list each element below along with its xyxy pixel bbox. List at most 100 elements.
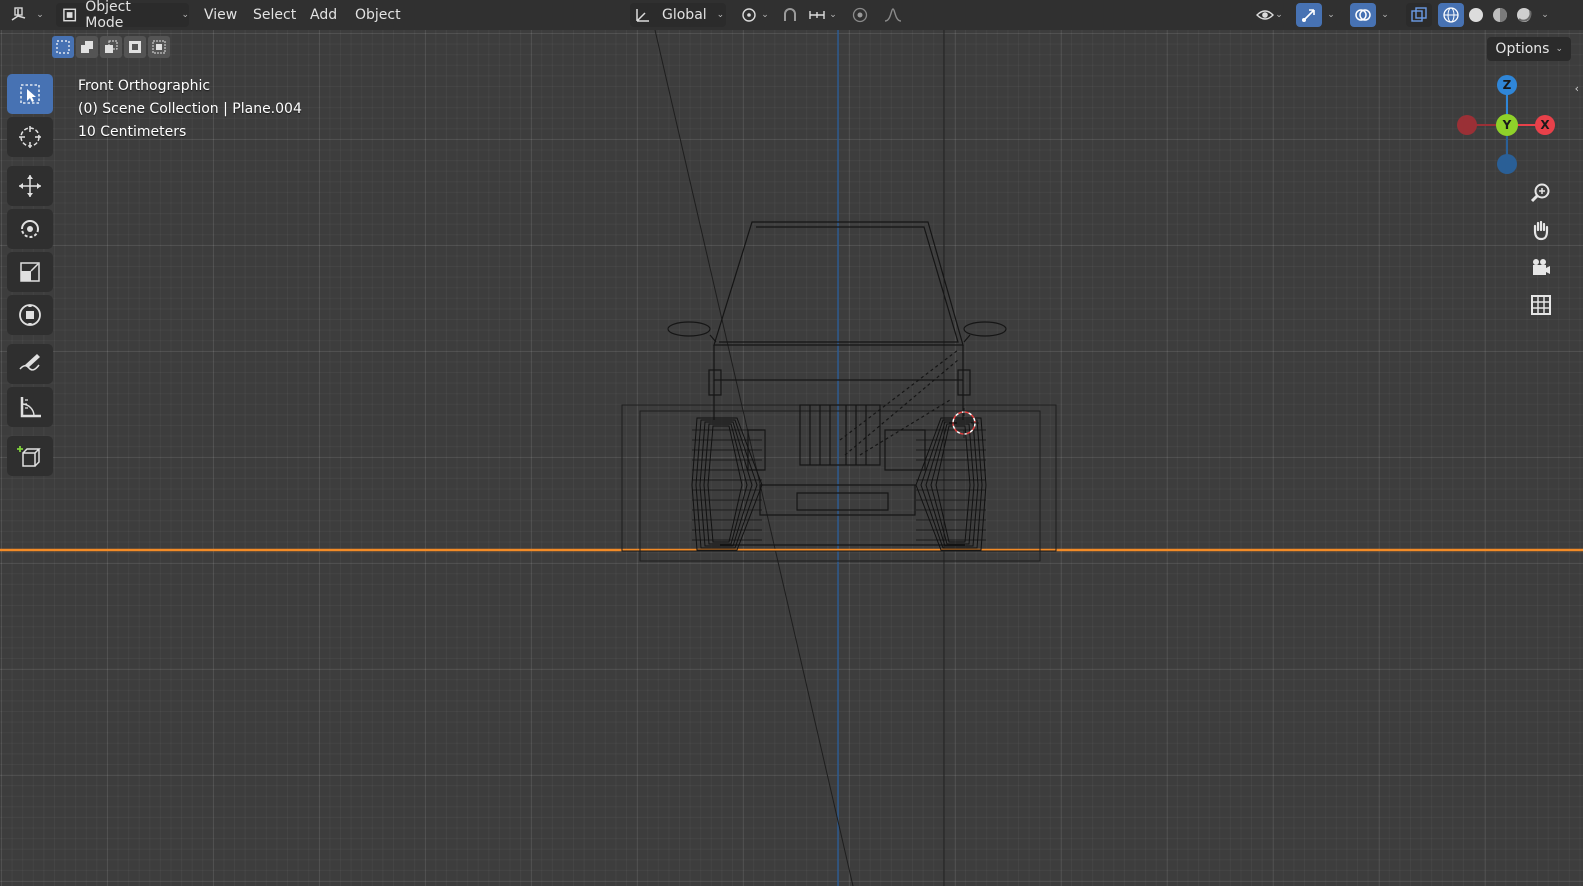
select-intersect-button[interactable] bbox=[148, 36, 170, 58]
tool-add-cube[interactable] bbox=[7, 436, 53, 476]
tool-transform[interactable] bbox=[7, 295, 53, 335]
tool-cursor[interactable] bbox=[7, 117, 53, 157]
menu-object[interactable]: Object bbox=[347, 3, 409, 27]
menu-view[interactable]: View bbox=[196, 3, 245, 27]
grid-icon bbox=[1531, 295, 1551, 315]
grid-scale: 10 Centimeters bbox=[78, 124, 187, 140]
snap-target-dropdown[interactable]: ⌄ bbox=[802, 3, 842, 27]
mode-dropdown[interactable]: Object Mode ⌄ bbox=[56, 0, 189, 31]
menu-select[interactable]: Select bbox=[245, 3, 304, 27]
shading-dropdown[interactable]: ⌄ bbox=[1536, 3, 1554, 27]
car-wireframe bbox=[667, 221, 1007, 546]
tool-move[interactable] bbox=[7, 166, 53, 206]
chevron-down-icon: ⌄ bbox=[1555, 44, 1563, 54]
sidebar-toggle-arrow[interactable]: ‹ bbox=[1575, 82, 1579, 95]
select-invert-button[interactable] bbox=[124, 36, 146, 58]
pivot-point-dropdown[interactable]: ⌄ bbox=[735, 3, 773, 27]
move-icon bbox=[19, 175, 41, 197]
select-extend-icon bbox=[81, 41, 93, 53]
mode-label: Object Mode bbox=[85, 0, 131, 31]
zoom-magnifier-icon bbox=[1530, 183, 1550, 203]
magnet-icon bbox=[784, 8, 796, 21]
viewport-info: Front Orthographic (0) Scene Collection … bbox=[78, 75, 302, 144]
gizmo-toggle[interactable] bbox=[1296, 3, 1322, 27]
camera-view-button[interactable] bbox=[1525, 252, 1557, 284]
chevron-down-icon: ⌄ bbox=[829, 10, 837, 20]
xray-toggle[interactable] bbox=[1406, 3, 1432, 27]
tool-select-box[interactable] bbox=[7, 74, 53, 114]
measure-ruler-icon bbox=[20, 397, 41, 418]
solid-sphere-icon bbox=[1469, 8, 1483, 22]
select-subtract-button[interactable] bbox=[100, 36, 122, 58]
camera-icon bbox=[1533, 259, 1550, 275]
shading-rendered-button[interactable] bbox=[1512, 3, 1536, 27]
menu-add[interactable]: Add bbox=[302, 3, 345, 27]
object-mode-icon bbox=[63, 8, 77, 22]
tool-shelf bbox=[7, 74, 57, 479]
scale-icon bbox=[20, 262, 40, 282]
eye-icon bbox=[1256, 10, 1275, 20]
hand-icon bbox=[1533, 220, 1549, 241]
gizmo-dropdown[interactable]: ⌄ bbox=[1322, 3, 1340, 27]
proportional-edit-toggle[interactable] bbox=[848, 3, 872, 27]
scene-wireframe bbox=[0, 30, 1583, 886]
annotate-pencil-icon bbox=[19, 354, 40, 371]
chevron-down-icon: ⌄ bbox=[1381, 10, 1389, 20]
chevron-down-icon: ⌄ bbox=[181, 10, 189, 20]
add-cube-icon bbox=[17, 446, 41, 467]
orientation-label: Global bbox=[662, 7, 707, 23]
rendered-sphere-icon bbox=[1517, 8, 1532, 22]
select-box-icon bbox=[20, 84, 40, 104]
gizmo-neg-x-axis[interactable] bbox=[1457, 115, 1477, 135]
snap-increment-icon bbox=[809, 11, 825, 19]
overlay-icon bbox=[1355, 9, 1371, 21]
visibility-dropdown[interactable]: ⌄ bbox=[1250, 3, 1288, 27]
wheel-left bbox=[691, 417, 763, 551]
options-label: Options bbox=[1495, 41, 1550, 57]
select-invert-icon bbox=[129, 41, 141, 53]
select-extend-button[interactable] bbox=[76, 36, 98, 58]
gizmo-icon bbox=[1302, 9, 1315, 22]
chevron-down-icon: ⌄ bbox=[1275, 10, 1283, 20]
bounding-box-outer bbox=[621, 404, 1057, 552]
gizmo-x-axis[interactable]: X bbox=[1535, 115, 1555, 135]
selection-mode-group bbox=[52, 36, 170, 60]
camera-line bbox=[654, 30, 854, 886]
overlay-toggle[interactable] bbox=[1350, 3, 1376, 27]
select-new-button[interactable] bbox=[52, 36, 74, 58]
3d-cursor bbox=[949, 408, 979, 438]
snap-toggle[interactable] bbox=[778, 3, 802, 27]
options-dropdown[interactable]: Options ⌄ bbox=[1487, 37, 1571, 61]
gizmo-neg-z-axis[interactable] bbox=[1497, 154, 1517, 174]
editor-type-dropdown[interactable]: ⌄ bbox=[8, 3, 46, 27]
chevron-down-icon: ⌄ bbox=[761, 10, 769, 20]
overlay-dropdown[interactable]: ⌄ bbox=[1376, 3, 1394, 27]
orientation-icon bbox=[636, 9, 649, 22]
navigation-gizmo[interactable]: Z X Y bbox=[1455, 73, 1565, 183]
select-subtract-icon bbox=[105, 40, 118, 53]
3d-viewport[interactable] bbox=[0, 30, 1583, 886]
falloff-curve-icon bbox=[884, 8, 902, 22]
select-new-icon bbox=[56, 40, 70, 54]
transform-icon bbox=[19, 304, 41, 326]
pivot-icon bbox=[742, 8, 756, 22]
gizmo-z-axis[interactable]: Z bbox=[1497, 75, 1517, 95]
pan-button[interactable] bbox=[1525, 214, 1557, 246]
wireframe-sphere-icon bbox=[1443, 7, 1459, 23]
tool-measure[interactable] bbox=[7, 387, 53, 427]
shading-material-button[interactable] bbox=[1488, 3, 1512, 27]
transform-orientation-dropdown[interactable]: Global ⌄ bbox=[630, 3, 726, 27]
gizmo-y-axis[interactable]: Y bbox=[1496, 114, 1518, 136]
tool-rotate[interactable] bbox=[7, 209, 53, 249]
perspective-toggle-button[interactable] bbox=[1525, 289, 1557, 321]
view3d-icon bbox=[11, 7, 26, 21]
zoom-button[interactable] bbox=[1525, 177, 1557, 209]
chevron-down-icon: ⌄ bbox=[36, 10, 44, 20]
tool-scale[interactable] bbox=[7, 252, 53, 292]
shading-wireframe-button[interactable] bbox=[1438, 3, 1464, 27]
rotate-icon bbox=[21, 220, 39, 238]
proportional-falloff-dropdown[interactable] bbox=[874, 3, 912, 27]
tool-annotate[interactable] bbox=[7, 344, 53, 384]
shading-solid-button[interactable] bbox=[1464, 3, 1488, 27]
cursor-icon bbox=[19, 126, 41, 148]
